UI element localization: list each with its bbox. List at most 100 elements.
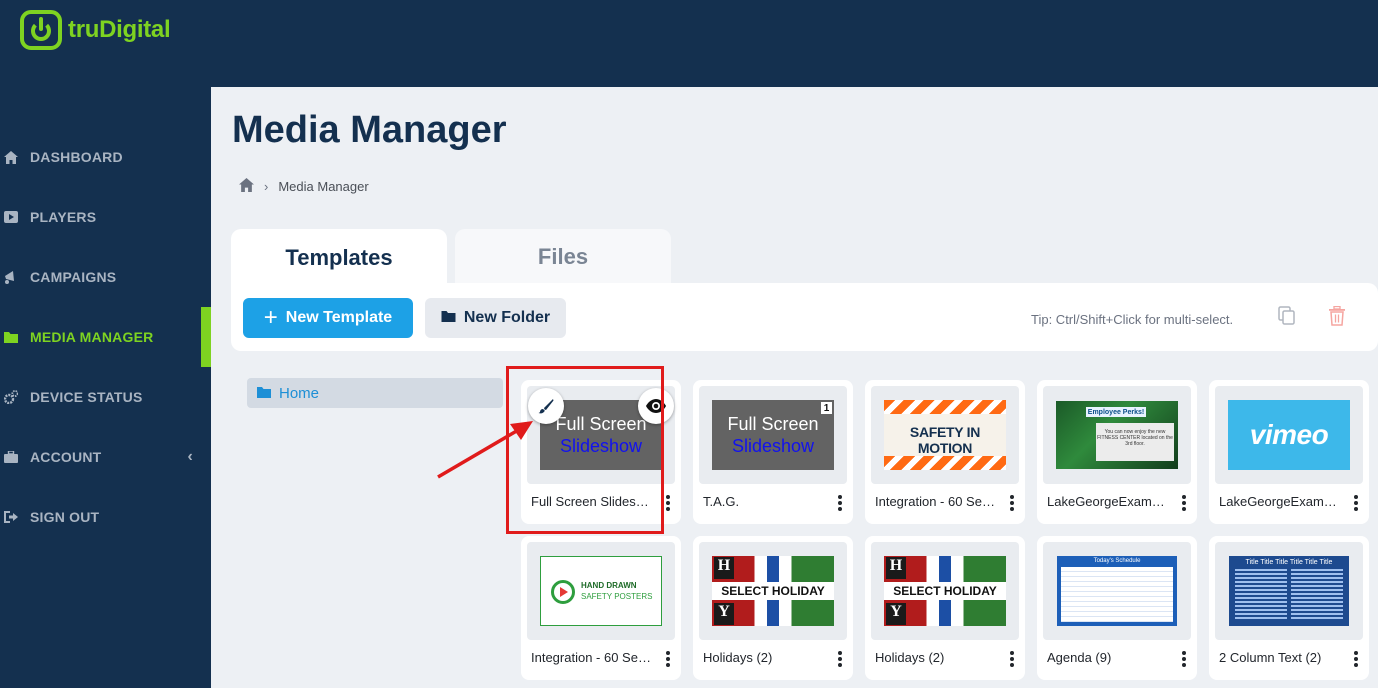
new-folder-label: New Folder [463, 309, 551, 326]
new-folder-button[interactable]: New Folder [425, 298, 566, 338]
template-card[interactable]: H SELECT HOLIDAY Y Holidays (2) [693, 536, 853, 680]
breadcrumb: › Media Manager [239, 178, 369, 195]
briefcase-icon [4, 450, 18, 464]
more-options-icon[interactable] [1009, 494, 1015, 512]
sidebar-item-device-status[interactable]: DEVICE STATUS [0, 367, 211, 427]
sidebar-item-campaigns[interactable]: CAMPAIGNS [0, 247, 211, 307]
template-card[interactable]: vimeo LakeGeorgeExample [1209, 380, 1369, 524]
template-name: Integration - 60 Seconds [875, 494, 997, 509]
template-thumbnail[interactable]: Employee Perks! You can now enjoy the ne… [1043, 386, 1191, 484]
template-thumbnail[interactable]: H SELECT HOLIDAY Y [871, 542, 1019, 640]
text-column [1291, 569, 1343, 621]
thumb-text: Slideshow [731, 436, 815, 456]
page-title: Media Manager [232, 109, 507, 151]
template-thumbnail[interactable]: Full Screen Slideshow 1 [699, 386, 847, 484]
sidebar: DASHBOARD PLAYERS CAMPAIGNS MEDIA MANAGE… [0, 87, 211, 688]
tab-templates[interactable]: Templates [231, 229, 447, 287]
cogs-icon [4, 390, 18, 404]
template-card[interactable]: SAFETY IN MOTION Integration - 60 Second… [865, 380, 1025, 524]
sign-out-icon [4, 510, 18, 524]
more-options-icon[interactable] [1181, 650, 1187, 668]
count-badge: 1 [821, 402, 832, 414]
chevron-left-icon[interactable]: ‹ [187, 448, 193, 466]
breadcrumb-home-icon[interactable] [239, 178, 254, 195]
template-thumbnail[interactable]: Title Title Title Title Title Title [1215, 542, 1363, 640]
text-column [1235, 569, 1287, 621]
power-icon [20, 10, 62, 50]
more-options-icon[interactable] [1353, 650, 1359, 668]
template-thumbnail[interactable]: HAND DRAWN SAFETY POSTERS [527, 542, 675, 640]
template-name: Holidays (2) [703, 650, 773, 665]
template-card[interactable]: Employee Perks! You can now enjoy the ne… [1037, 380, 1197, 524]
more-options-icon[interactable] [665, 494, 671, 512]
thumb-header: Today's Schedule [1093, 558, 1141, 564]
brand-logo[interactable]: truDigital [20, 10, 171, 50]
template-name: Holidays (2) [875, 650, 945, 665]
sidebar-item-label: DASHBOARD [30, 149, 123, 165]
holiday-letter-art: Y [714, 603, 734, 625]
sidebar-item-label: SIGN OUT [30, 509, 100, 525]
thumb-text: SAFETY POSTERS [581, 592, 653, 601]
template-name: 2 Column Text (2) [1219, 650, 1322, 665]
tab-files[interactable]: Files [455, 229, 671, 285]
folder-home[interactable]: Home [247, 378, 503, 408]
breadcrumb-separator: › [264, 179, 269, 194]
template-card[interactable]: Title Title Title Title Title Title 2 Co… [1209, 536, 1369, 680]
template-card[interactable]: Today's Schedule Agenda (9) [1037, 536, 1197, 680]
sidebar-item-label: PLAYERS [30, 209, 97, 225]
top-bar: truDigital [0, 0, 1378, 87]
sidebar-item-label: ACCOUNT [30, 449, 102, 465]
template-thumbnail[interactable]: H SELECT HOLIDAY Y [699, 542, 847, 640]
template-name: T.A.G. [703, 494, 740, 509]
holiday-letter-art: Y [886, 603, 906, 625]
sidebar-item-sign-out[interactable]: SIGN OUT [0, 487, 211, 547]
more-options-icon[interactable] [1353, 494, 1359, 512]
template-name: Agenda (9) [1047, 650, 1112, 665]
sidebar-item-label: MEDIA MANAGER [30, 329, 154, 345]
thumb-text: SELECT HOLIDAY [884, 582, 1006, 600]
template-card[interactable]: H SELECT HOLIDAY Y Holidays (2) [865, 536, 1025, 680]
more-options-icon[interactable] [1009, 650, 1015, 668]
thumb-text: HAND DRAWN [581, 581, 637, 590]
new-template-button[interactable]: + New Template [243, 298, 413, 338]
sidebar-item-label: DEVICE STATUS [30, 389, 143, 405]
vimeo-logo: vimeo [1228, 400, 1350, 470]
template-card[interactable]: Full Screen Slideshow 1 T.A.G. [693, 380, 853, 524]
template-name: LakeGeorgeExample [1219, 494, 1341, 509]
thumb-text: SELECT HOLIDAY [712, 582, 834, 600]
schedule-grid [1061, 567, 1173, 622]
brand-name: truDigital [68, 16, 171, 43]
annotation-arrow-icon [437, 421, 533, 479]
sidebar-item-account[interactable]: ACCOUNT ‹ [0, 427, 211, 487]
sidebar-item-players[interactable]: PLAYERS [0, 187, 211, 247]
more-options-icon[interactable] [837, 494, 843, 512]
template-thumbnail[interactable]: Today's Schedule [1043, 542, 1191, 640]
more-options-icon[interactable] [837, 650, 843, 668]
sidebar-item-dashboard[interactable]: DASHBOARD [0, 127, 211, 187]
more-options-icon[interactable] [665, 650, 671, 668]
template-thumbnail[interactable]: vimeo [1215, 386, 1363, 484]
home-icon [4, 150, 18, 164]
thumb-text: Full Screen [727, 414, 819, 434]
thumb-body: You can now enjoy the new FITNESS CENTER… [1096, 423, 1174, 461]
more-options-icon[interactable] [1181, 494, 1187, 512]
breadcrumb-current: Media Manager [278, 179, 369, 194]
folder-home-label: Home [279, 384, 320, 402]
megaphone-icon [4, 270, 18, 284]
multi-select-tip: Tip: Ctrl/Shift+Click for multi-select. [1031, 312, 1234, 327]
holiday-letter-art: H [714, 557, 734, 579]
toolbar: + New Template New Folder Tip: Ctrl/Shif… [231, 283, 1378, 351]
folder-icon [441, 309, 456, 327]
sidebar-item-media-manager[interactable]: MEDIA MANAGER [0, 307, 211, 367]
sidebar-item-label: CAMPAIGNS [30, 269, 117, 285]
trash-icon[interactable] [1328, 305, 1346, 326]
thumb-text: SAFETY IN MOTION [909, 424, 981, 456]
template-name: LakeGeorgeExample [1047, 494, 1169, 509]
thumb-header: Title Title Title Title Title Title [1245, 559, 1333, 566]
plus-icon: + [263, 304, 278, 331]
folder-icon [257, 385, 271, 402]
template-thumbnail[interactable]: SAFETY IN MOTION [871, 386, 1019, 484]
copy-icon[interactable] [1278, 306, 1296, 326]
thumb-header: Employee Perks! [1086, 407, 1146, 417]
template-card[interactable]: HAND DRAWN SAFETY POSTERS Integration - … [521, 536, 681, 680]
